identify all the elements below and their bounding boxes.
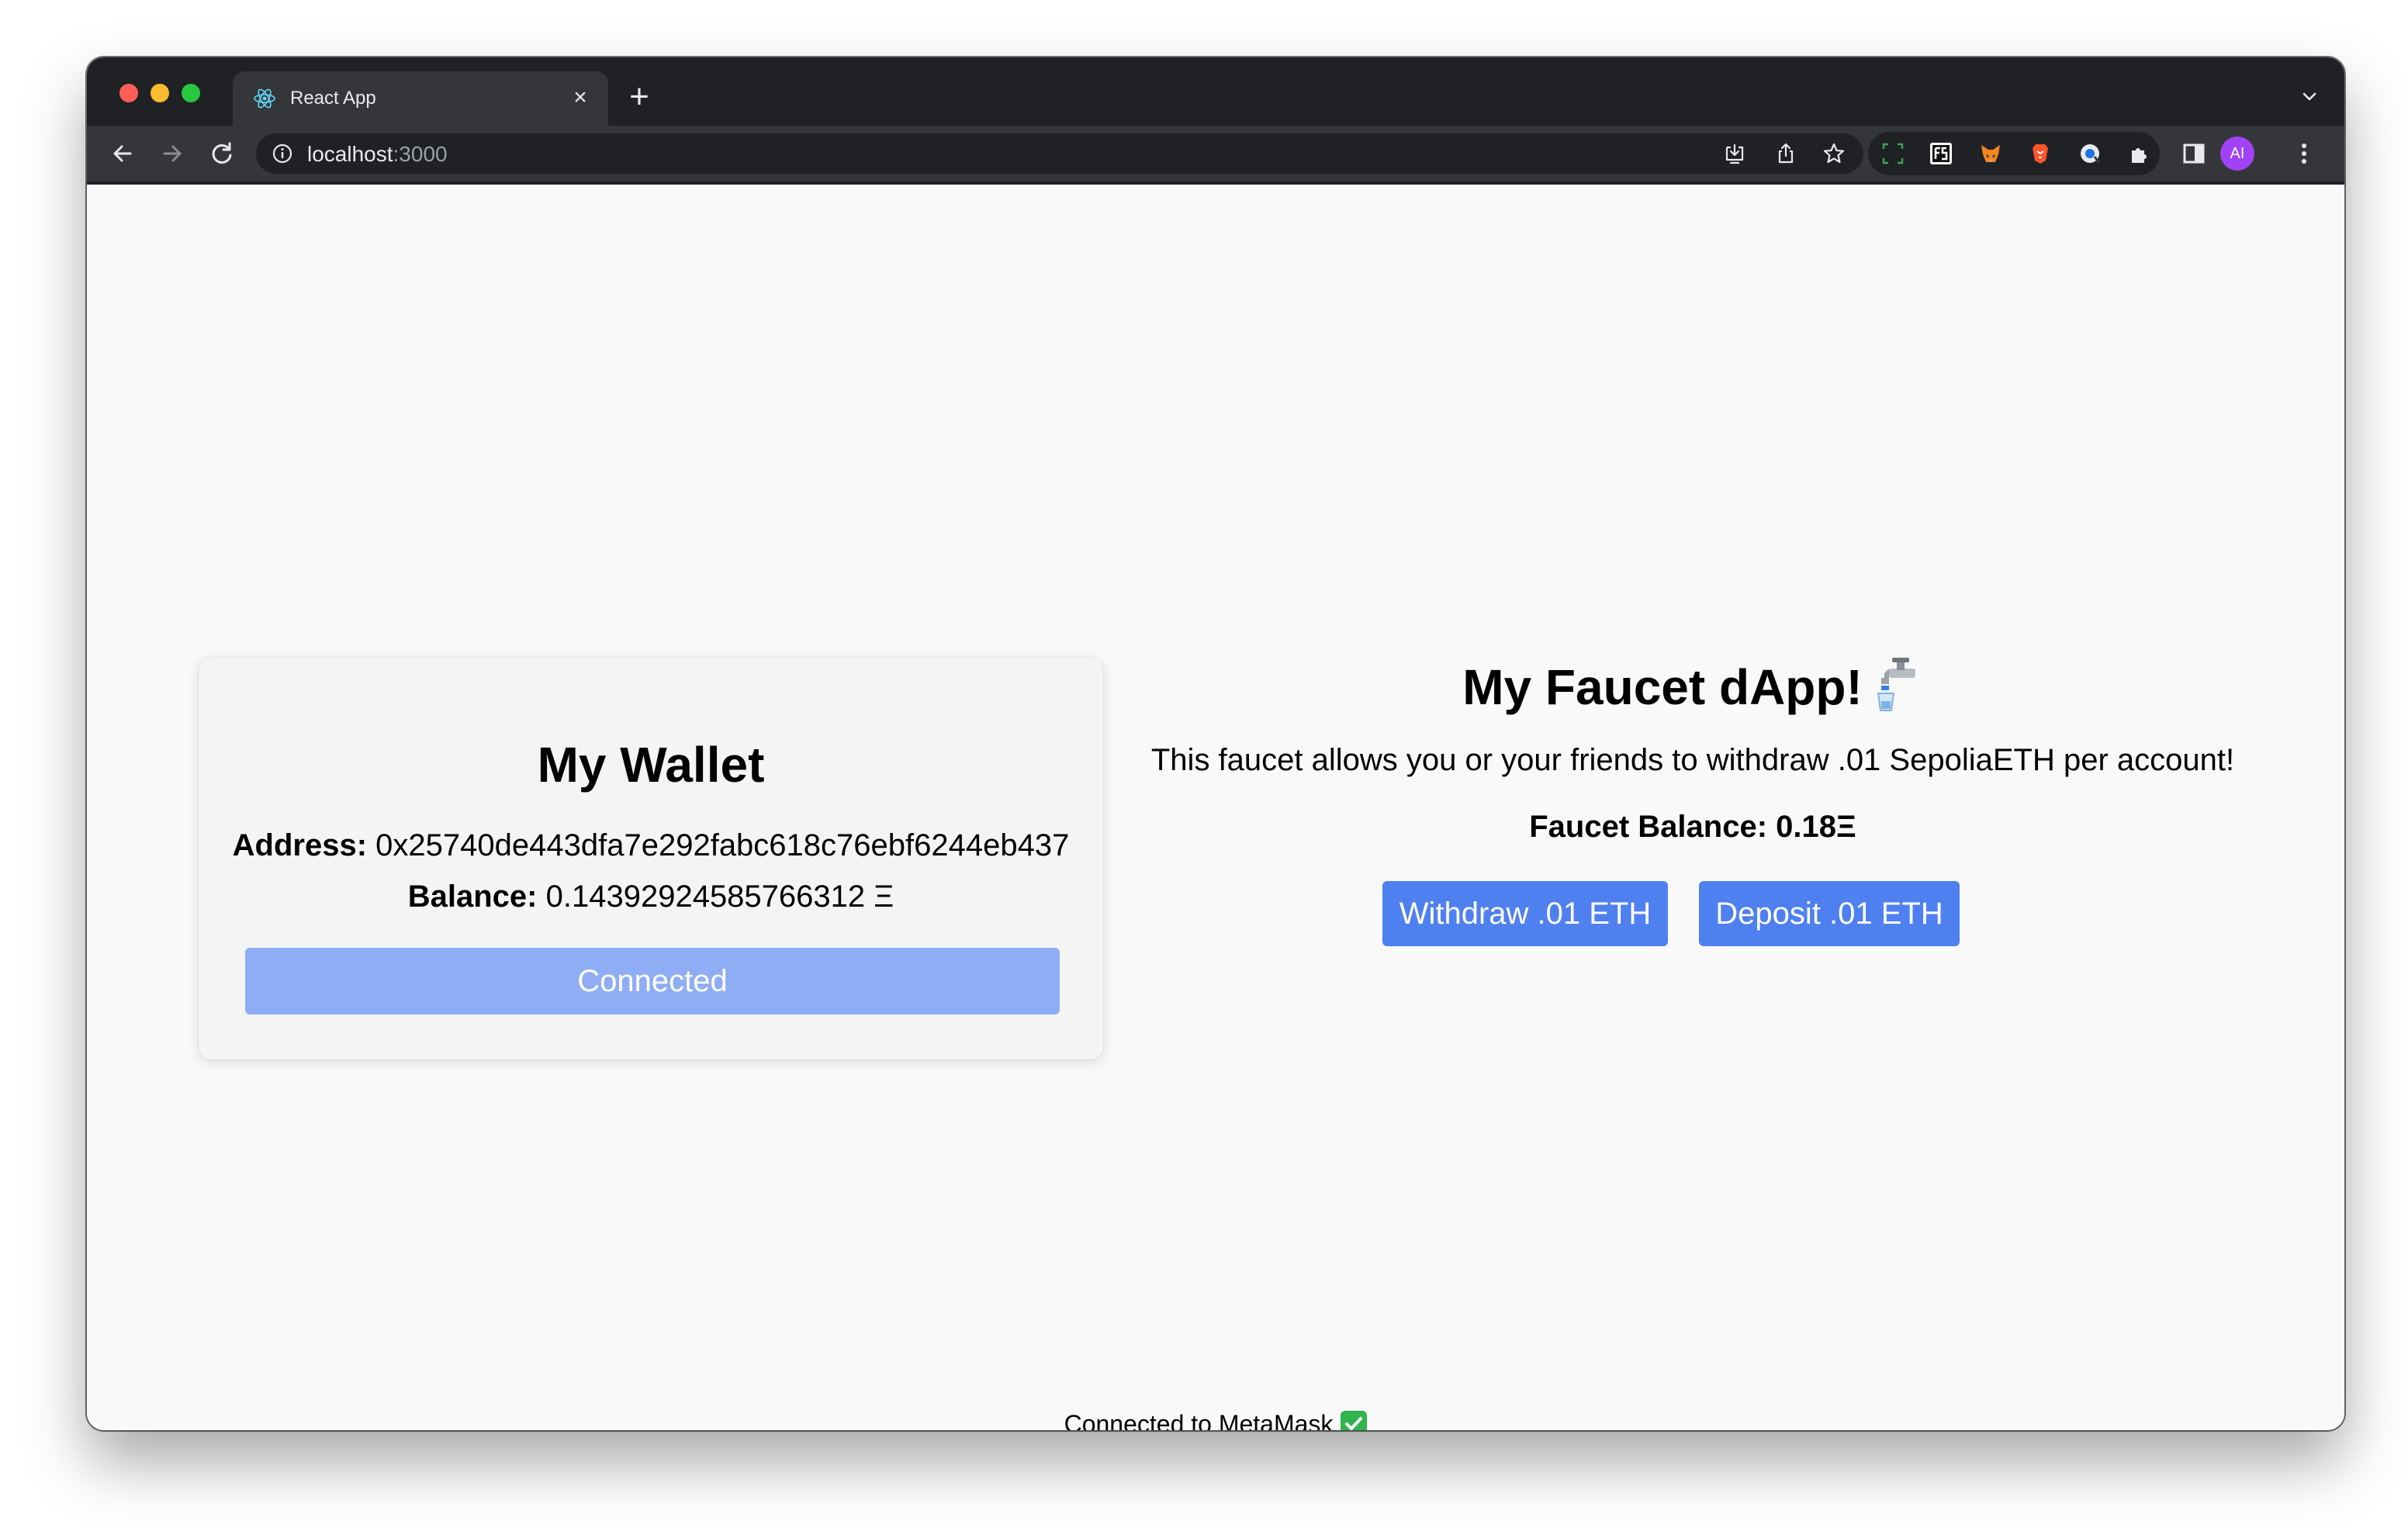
minimize-window-button[interactable] (150, 84, 169, 102)
withdraw-button[interactable]: Withdraw .01 ETH (1382, 881, 1668, 946)
url-text[interactable]: localhost:3000 (307, 143, 448, 166)
loading-extension-icon[interactable] (1880, 141, 1905, 166)
checkmark-icon (1341, 1411, 1368, 1430)
browser-window: React App × + localhost:3000 AI My Walle… (87, 57, 2344, 1430)
profile-avatar[interactable]: AI (2220, 137, 2254, 171)
close-window-button[interactable] (119, 84, 138, 102)
connection-status-text: Connected to MetaMask (1064, 1410, 1334, 1430)
wallet-card: My Wallet Address: 0x25740de443dfa7e292f… (199, 658, 1103, 1059)
new-tab-button[interactable]: + (624, 80, 655, 114)
balance-label: Balance: (407, 880, 538, 914)
faucet-tap-icon (1877, 658, 1915, 711)
brave-lion-icon[interactable] (2028, 141, 2053, 166)
page-content: My Wallet Address: 0x25740de443dfa7e292f… (87, 185, 2344, 1430)
wallet-balance-line: Balance: 0.14392924585766312 Ξ (199, 878, 1103, 915)
star-bookmark-icon[interactable] (1822, 141, 1846, 166)
faucet-title: My Faucet dApp! (1462, 659, 1863, 715)
balance-value: 0.14392924585766312 Ξ (545, 880, 894, 914)
faucet-panel: My Faucet dApp! This faucet allows you o… (1126, 656, 2259, 966)
tab-title: React App (290, 88, 376, 109)
share-icon[interactable] (1773, 141, 1798, 166)
close-tab-icon[interactable]: × (568, 85, 593, 110)
tab-strip: React App × + (87, 57, 2344, 126)
address-label: Address: (232, 828, 368, 862)
url-host: localhost (307, 142, 393, 166)
faucet-title-line: My Faucet dApp! (1126, 656, 2259, 718)
reload-icon[interactable] (206, 138, 237, 169)
wallet-address-line: Address: 0x25740de443dfa7e292fabc618c76e… (199, 827, 1103, 864)
url-port: :3000 (393, 142, 448, 166)
forward-arrow-icon[interactable] (157, 138, 188, 169)
info-icon[interactable] (272, 143, 293, 164)
maximize-window-button[interactable] (182, 84, 200, 102)
metamask-fox-icon[interactable] (1978, 141, 2003, 166)
connected-button[interactable]: Connected (245, 948, 1060, 1014)
deposit-button[interactable]: Deposit .01 ETH (1699, 881, 1960, 946)
tab-react-app[interactable]: React App × (233, 71, 608, 126)
wallet-title: My Wallet (537, 737, 765, 793)
install-app-icon[interactable] (1722, 141, 1747, 166)
puzzle-extensions-icon[interactable] (2127, 141, 2152, 166)
globe-extension-icon[interactable] (2078, 141, 2102, 166)
extensions-group (1868, 132, 2160, 175)
browser-toolbar: localhost:3000 AI (87, 126, 2344, 185)
chevron-down-icon[interactable] (2298, 85, 2321, 109)
faucet-description: This faucet allows you or your friends t… (1150, 743, 2235, 777)
connection-status: Connected to MetaMask (87, 1408, 2344, 1430)
address-value: 0x25740de443dfa7e292fabc618c76ebf6244eb4… (375, 828, 1070, 862)
address-bar[interactable]: localhost:3000 (256, 133, 1863, 174)
fs-extension-icon[interactable] (1929, 141, 1953, 166)
kebab-menu-icon[interactable] (2289, 138, 2320, 169)
react-icon (254, 88, 275, 109)
faucet-balance: Faucet Balance: 0.18Ξ (1529, 810, 1856, 844)
back-arrow-icon[interactable] (107, 138, 138, 169)
side-panel-icon[interactable] (2178, 138, 2209, 169)
